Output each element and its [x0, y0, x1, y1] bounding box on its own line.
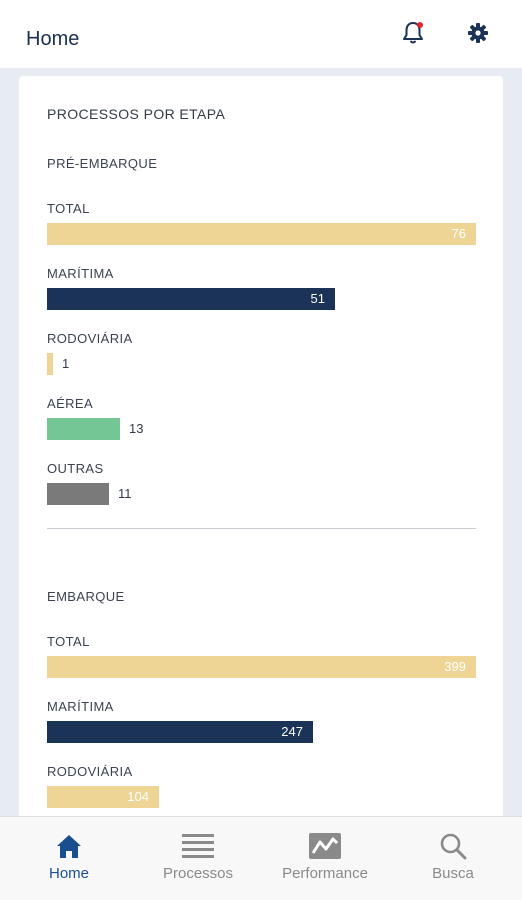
bar-label: RODOVIÁRIA [47, 764, 133, 779]
nav-performance-label: Performance [282, 865, 368, 882]
bar-value: 51 [310, 291, 325, 306]
bottom-nav: Home Processos Performance Busca [0, 816, 522, 900]
bar [47, 483, 109, 505]
bar [47, 223, 476, 245]
bar-value: 11 [118, 486, 132, 501]
bar-label: RODOVIÁRIA [47, 331, 133, 346]
bar-label: AÉREA [47, 396, 94, 411]
nav-processos-label: Processos [162, 865, 234, 882]
group-title: EMBARQUE [47, 589, 125, 604]
bar [47, 656, 476, 678]
settings-button[interactable] [463, 18, 493, 48]
app-screen: Home PROCESSOS POR ETAPA PRÉ-EMBARQUE TO… [0, 0, 522, 900]
bell-icon [403, 22, 423, 44]
bar-value: 247 [281, 724, 303, 739]
bar-value: 399 [444, 659, 466, 674]
page-title: Home [26, 28, 80, 50]
nav-processos[interactable]: Processos [133, 817, 263, 900]
gear-icon [468, 23, 488, 43]
search-icon [436, 831, 470, 861]
list-icon [181, 831, 215, 861]
group-divider [47, 528, 476, 529]
notification-dot [417, 22, 423, 28]
bar [47, 353, 53, 375]
bar-value: 13 [129, 421, 144, 436]
bar-value: 1 [62, 356, 70, 371]
bar-label: TOTAL [47, 634, 90, 649]
nav-performance[interactable]: Performance [260, 817, 390, 900]
bar-value: 76 [451, 226, 466, 241]
bar-label: MARÍTIMA [47, 266, 114, 281]
group-title: PRÉ-EMBARQUE [47, 156, 158, 171]
bar [47, 418, 120, 440]
nav-home-label: Home [48, 865, 89, 882]
top-header: Home [0, 0, 522, 68]
bar-label: MARÍTIMA [47, 699, 114, 714]
notifications-button[interactable] [398, 18, 428, 48]
nav-home[interactable]: Home [4, 817, 134, 900]
bar-value: 104 [127, 789, 149, 804]
card-title: PROCESSOS POR ETAPA [47, 106, 226, 122]
home-icon [52, 831, 86, 861]
processes-card: PROCESSOS POR ETAPA PRÉ-EMBARQUE TOTAL 76 M… [19, 76, 503, 836]
chart-icon [308, 831, 342, 861]
bar-label: OUTRAS [47, 461, 104, 476]
bar-label: TOTAL [47, 201, 90, 216]
nav-busca[interactable]: Busca [388, 817, 518, 900]
nav-busca-label: Busca [432, 865, 474, 882]
